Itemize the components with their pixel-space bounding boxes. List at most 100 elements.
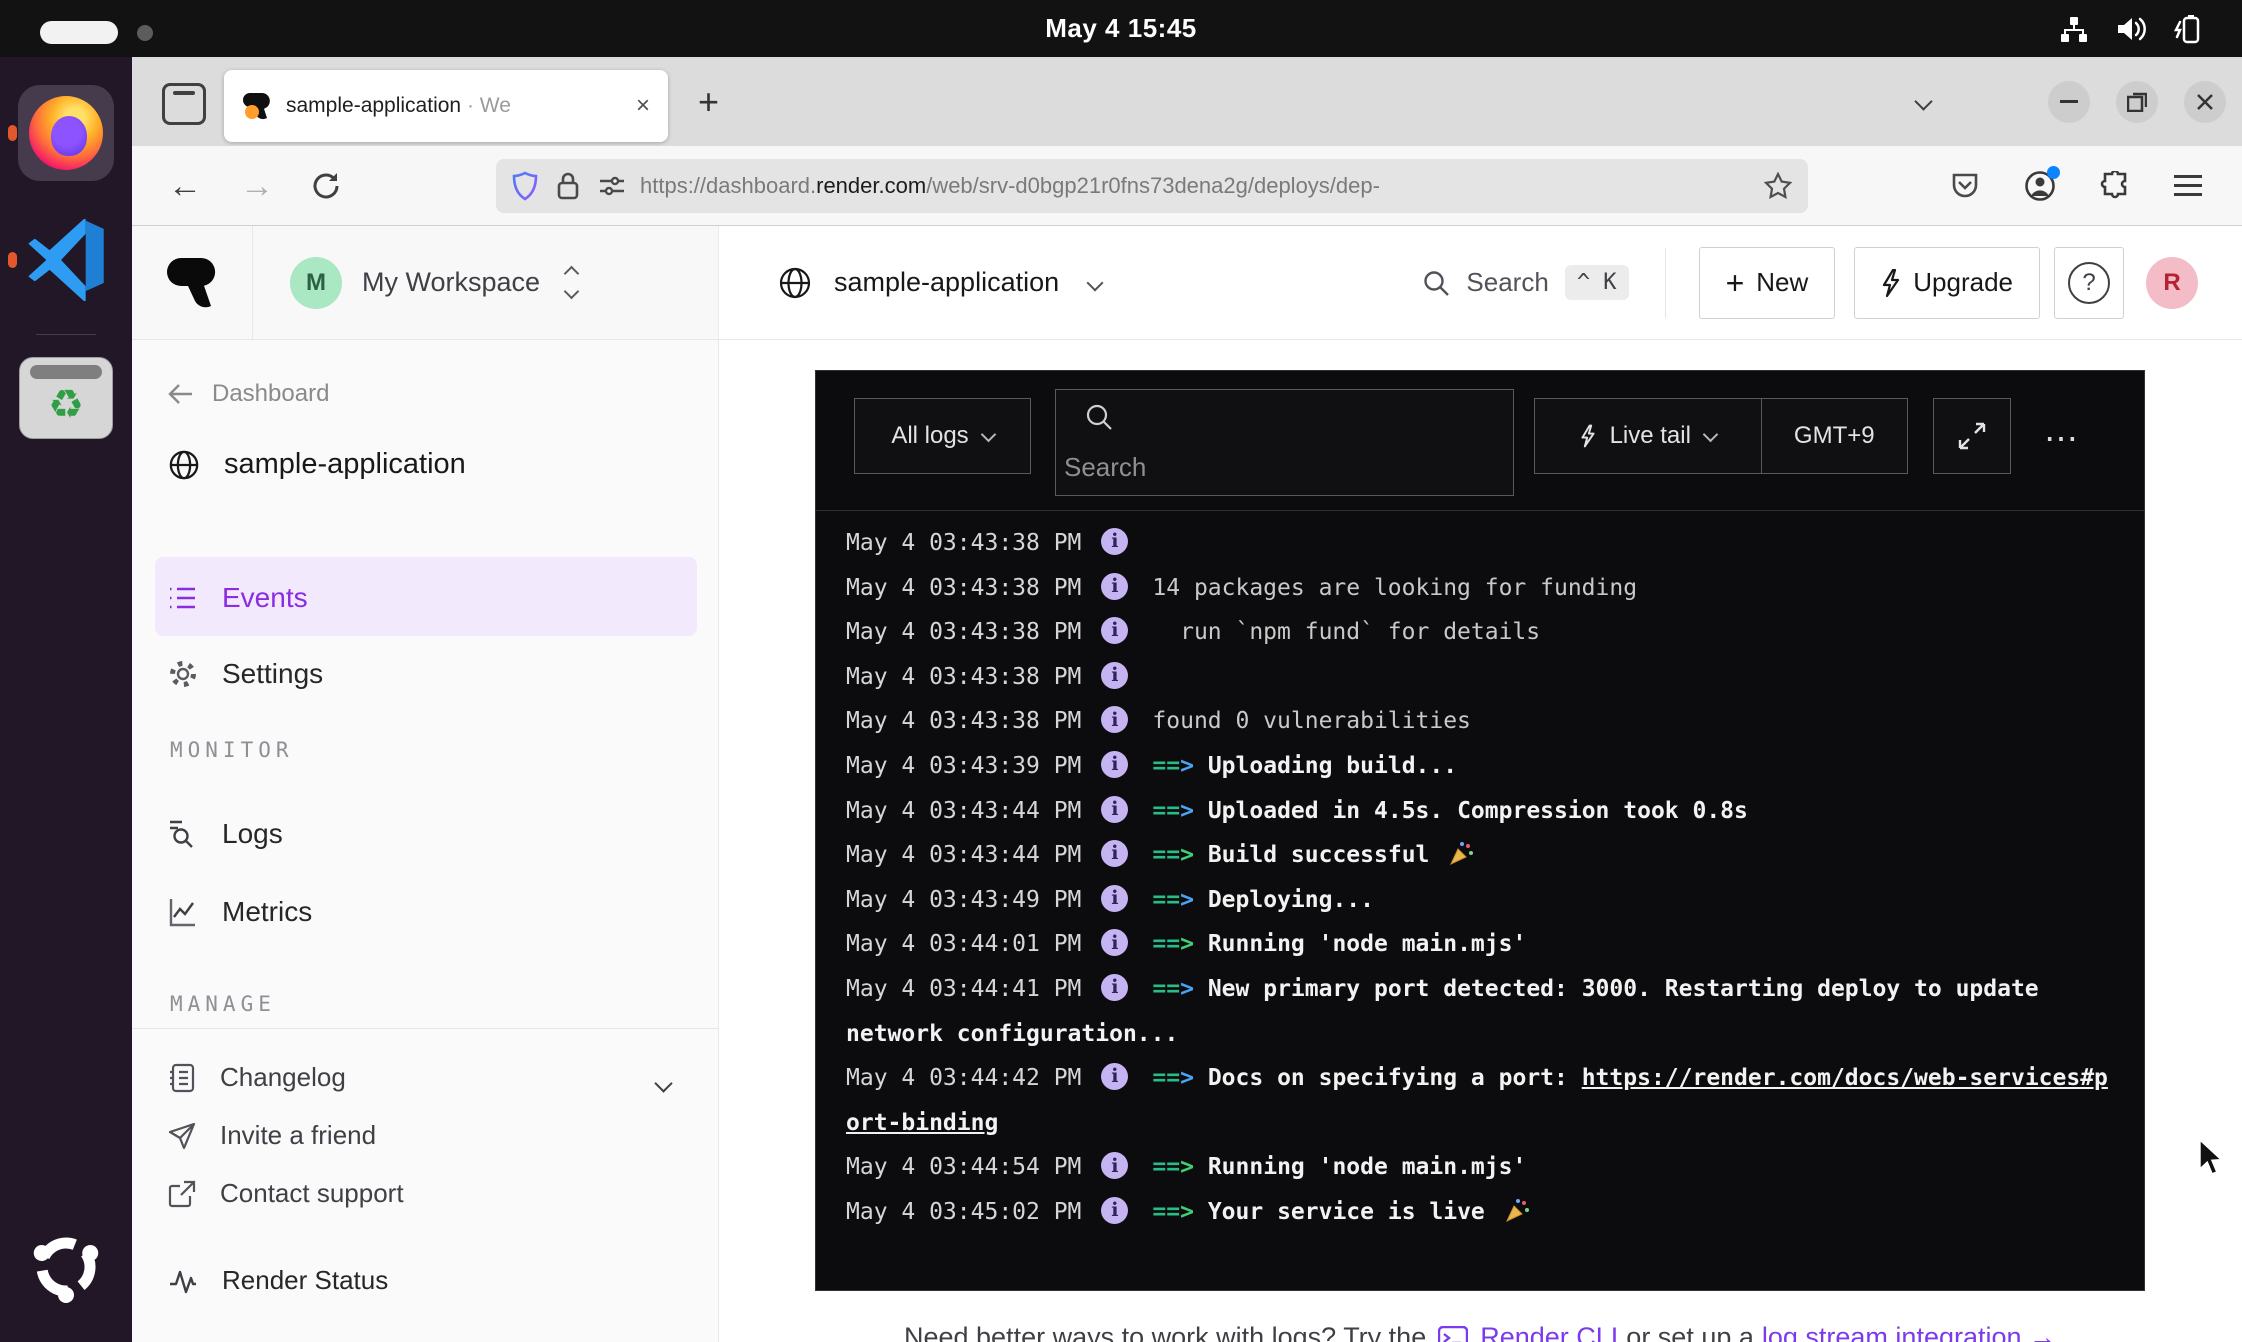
lock-icon[interactable] [556, 171, 580, 201]
url-bar[interactable]: https://dashboard.render.com/web/srv-d0b… [496, 159, 1808, 213]
tab-bar: sample-application · We × + [132, 57, 2242, 146]
info-icon: i [1101, 796, 1128, 823]
live-tail-dropdown[interactable]: Live tail [1535, 399, 1761, 473]
network-icon [2058, 14, 2088, 44]
render-logo[interactable] [132, 226, 253, 339]
paper-plane-icon [168, 1122, 196, 1150]
cli-terminal-icon [1438, 1326, 1468, 1342]
sidebar-item-contact-support[interactable]: Contact support [168, 1178, 404, 1209]
log-output[interactable]: May 4 03:43:38 PMiMay 4 03:43:38 PMi14 p… [816, 511, 2144, 1290]
chevron-down-icon [980, 426, 996, 442]
workspace-switcher[interactable]: M My Workspace [290, 226, 577, 339]
info-icon: i [1101, 751, 1128, 778]
timezone-button[interactable]: GMT+9 [1761, 399, 1907, 473]
log-more-menu[interactable]: ⋯ [2044, 419, 2081, 459]
dock-ubuntu[interactable] [0, 1229, 132, 1305]
logs-footer: Need better ways to work with logs? Try … [719, 1322, 2241, 1342]
arrow-gt: > [1180, 1154, 1194, 1180]
window-minimize-button[interactable] [2048, 81, 2090, 123]
new-tab-button[interactable]: + [698, 81, 719, 123]
arrow-left-icon [168, 383, 194, 405]
dock-trash[interactable]: ♻ [0, 357, 132, 439]
log-entry: May 4 03:44:01 PMi==> Running 'node main… [846, 922, 2114, 967]
app-header: M My Workspace sample-application [132, 226, 2242, 340]
plus-icon: + [1726, 267, 1745, 299]
arrow-gt: > [1180, 842, 1194, 868]
log-timestamp: May 4 03:43:38 PM [846, 619, 1081, 645]
log-message: Uploaded in 4.5s. Compression took 0.8s [1208, 798, 1748, 824]
dock-vscode[interactable] [0, 219, 132, 301]
extensions-icon[interactable] [2100, 171, 2130, 201]
sidebar-service-name[interactable]: sample-application [168, 448, 466, 481]
arrow-gt: > [1180, 798, 1194, 824]
vscode-running-dot [8, 252, 17, 268]
chevron-down-icon [1087, 274, 1104, 291]
back-icon[interactable]: ← [168, 169, 202, 203]
logs-icon [168, 819, 198, 849]
info-icon: i [1101, 1063, 1128, 1090]
log-timestamp: May 4 03:44:41 PM [846, 976, 1081, 1002]
permissions-icon[interactable] [598, 174, 626, 198]
log-entry: May 4 03:44:54 PMi==> Running 'node main… [846, 1145, 2114, 1190]
global-search[interactable]: Search ^ K [1422, 265, 1628, 300]
tab-list-chevron-icon[interactable] [1914, 92, 1932, 110]
expand-logs-button[interactable] [1933, 398, 2011, 474]
info-icon: i [1101, 929, 1128, 956]
arrow-gt: > [1180, 1199, 1194, 1225]
sidebar-item-logs[interactable]: Logs [168, 818, 283, 850]
sidebar-back-dashboard[interactable]: Dashboard [168, 380, 329, 408]
upgrade-button[interactable]: Upgrade [1854, 247, 2040, 319]
system-status-icons[interactable] [2058, 0, 2206, 57]
info-icon: i [1101, 1152, 1128, 1179]
service-name: sample-application [834, 267, 1059, 298]
tab-close-icon[interactable]: × [636, 92, 650, 120]
info-icon: i [1101, 617, 1128, 644]
search-icon [1422, 269, 1450, 297]
window-close-button[interactable] [2184, 81, 2226, 123]
log-timestamp: May 4 03:43:44 PM [846, 842, 1081, 868]
window-restore-button[interactable] [2116, 81, 2158, 123]
log-message: Build successful [1208, 842, 1473, 868]
shield-icon[interactable] [512, 171, 538, 201]
log-stream-integration-link[interactable]: log stream integration → [1762, 1322, 2056, 1342]
new-button[interactable]: +New [1699, 247, 1836, 319]
log-message: 14 packages are looking for funding [1152, 575, 1637, 601]
render-app: M My Workspace sample-application [132, 226, 2242, 1342]
log-search-input[interactable]: Search [1055, 389, 1514, 496]
chevron-down-icon [1703, 426, 1719, 442]
log-timestamp: May 4 03:43:44 PM [846, 798, 1081, 824]
account-icon[interactable] [2024, 170, 2056, 202]
search-label: Search [1466, 267, 1548, 298]
url-text[interactable]: https://dashboard.render.com/web/srv-d0b… [640, 173, 1764, 199]
log-entry: May 4 03:43:38 PMi14 packages are lookin… [846, 566, 2114, 611]
bookmark-star-icon[interactable] [1764, 172, 1792, 200]
log-filter-dropdown[interactable]: All logs [854, 398, 1031, 474]
account-avatar[interactable]: R [2146, 257, 2198, 309]
main-content: All logs Search [719, 340, 2242, 1342]
sidebar-item-metrics[interactable]: Metrics [168, 896, 312, 928]
system-top-bar: May 4 15:45 [0, 0, 2242, 57]
pocket-icon[interactable] [1950, 171, 1980, 201]
sidebar-item-settings[interactable]: Settings [168, 658, 323, 690]
changelog-chevron-icon[interactable] [654, 1074, 672, 1092]
dock-firefox[interactable] [0, 96, 132, 170]
ubuntu-logo-icon [28, 1229, 104, 1305]
firefox-view-icon[interactable] [162, 83, 206, 125]
sidebar-item-invite[interactable]: Invite a friend [168, 1120, 376, 1151]
browser-tab[interactable]: sample-application · We × [224, 70, 668, 142]
system-clock[interactable]: May 4 15:45 [0, 0, 2242, 57]
sidebar-divider [132, 1028, 718, 1029]
log-timestamp: May 4 03:43:49 PM [846, 887, 1081, 913]
log-timestamp: May 4 03:43:38 PM [846, 664, 1081, 690]
sidebar-item-events-label[interactable]: Events [168, 582, 308, 614]
service-switcher[interactable]: sample-application [778, 266, 1101, 300]
reload-icon[interactable] [310, 170, 342, 202]
trash-icon: ♻ [19, 357, 113, 439]
info-icon: i [1101, 885, 1128, 912]
sidebar-item-changelog[interactable]: Changelog [168, 1062, 346, 1093]
forward-icon[interactable]: → [240, 169, 274, 203]
sidebar-item-render-status[interactable]: Render Status [168, 1265, 388, 1296]
render-cli-link[interactable]: Render CLI [1480, 1322, 1618, 1342]
menu-hamburger-icon[interactable] [2174, 174, 2202, 198]
help-button[interactable]: ? [2054, 247, 2124, 319]
